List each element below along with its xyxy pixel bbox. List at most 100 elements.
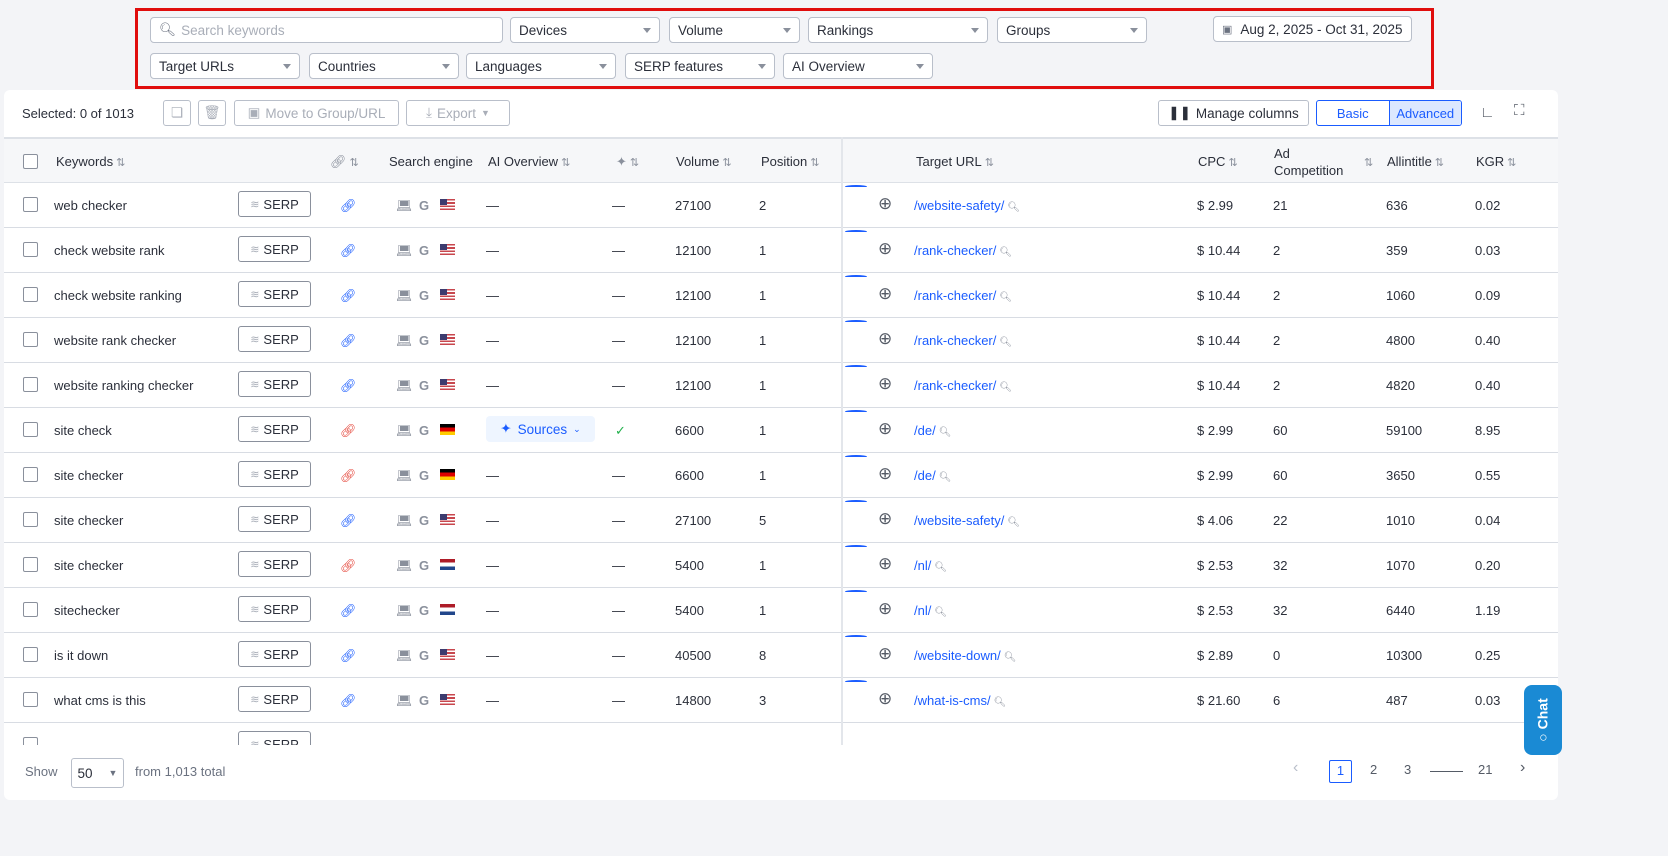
date-range-picker[interactable]: ▣ Aug 2, 2025 - Oct 31, 2025 (1213, 16, 1412, 42)
serp-button[interactable]: ≋ SERP (238, 281, 311, 307)
search-icon[interactable]: 🔍︎ (1004, 652, 1017, 663)
col-link[interactable]: 🔗︎ ⇅ (330, 154, 359, 170)
search-icon[interactable]: 🔍︎ (939, 427, 952, 438)
link-icon[interactable]: 🔗︎ (340, 513, 357, 529)
link-icon[interactable]: 🔗︎ (340, 693, 357, 709)
link-icon[interactable]: 🔗︎ (340, 288, 357, 304)
ai-sources-button[interactable]: ✦ Sources ⌄ (486, 416, 595, 442)
per-page-select[interactable]: 50 ▼ (71, 758, 124, 788)
link-icon[interactable]: 🔗︎ (340, 423, 357, 439)
search-icon[interactable]: 🔍︎ (994, 697, 1007, 708)
search-icon[interactable]: 🔍︎ (999, 382, 1012, 393)
page-21[interactable]: 21 (1478, 762, 1492, 777)
search-icon[interactable]: 🔍︎ (1007, 517, 1020, 528)
target-url-link[interactable]: /rank-checker/ (914, 378, 996, 393)
target-url-link[interactable]: /nl/ (914, 558, 931, 573)
col-serp-features[interactable]: ✦ ⇅ (616, 154, 639, 170)
col-position[interactable]: Position ⇅ (761, 154, 819, 169)
search-input[interactable]: 🔍︎ Search keywords (150, 17, 503, 43)
link-icon[interactable]: 🔗︎ (340, 558, 357, 574)
col-target-url[interactable]: Target URL ⇅ (916, 154, 994, 169)
serp-button[interactable]: ≋ SERP (238, 596, 311, 622)
target-url-link[interactable]: /rank-checker/ (914, 288, 996, 303)
zoom-in-icon[interactable]: ⊕ (878, 464, 892, 484)
select-all-checkbox[interactable] (23, 154, 38, 169)
zoom-in-icon[interactable]: ⊕ (878, 689, 892, 709)
target-url-link[interactable]: /website-down/ (914, 648, 1001, 663)
search-icon[interactable]: 🔍︎ (999, 247, 1012, 258)
row-checkbox[interactable] (23, 377, 38, 392)
link-icon[interactable]: 🔗︎ (340, 378, 357, 394)
chat-button[interactable]: ○ Chat (1524, 685, 1562, 755)
row-checkbox[interactable] (23, 467, 38, 482)
zoom-in-icon[interactable]: ⊕ (878, 644, 892, 664)
search-icon[interactable]: 🔍︎ (1007, 202, 1020, 213)
col-cpc[interactable]: CPC ⇅ (1198, 154, 1238, 169)
zoom-in-icon[interactable]: ⊕ (878, 509, 892, 529)
col-allintitle[interactable]: Allintitle ⇅ (1387, 154, 1444, 169)
col-kgr[interactable]: KGR ⇅ (1476, 154, 1516, 169)
row-checkbox[interactable] (23, 602, 38, 617)
serp-button[interactable]: ≋ SERP (238, 506, 311, 532)
page-1[interactable]: 1 (1329, 760, 1352, 783)
serp-button[interactable]: ≋ SERP (238, 371, 311, 397)
filter-languages[interactable]: Languages (466, 53, 616, 79)
sort-ad-competition[interactable]: ⇅ (1361, 154, 1373, 169)
row-checkbox[interactable] (23, 692, 38, 707)
serp-button[interactable]: ≋ SERP (238, 191, 311, 217)
basic-view-button[interactable]: Basic (1317, 101, 1389, 125)
target-url-link[interactable]: /rank-checker/ (914, 333, 996, 348)
serp-button[interactable]: ≋ SERP (238, 551, 311, 577)
zoom-in-icon[interactable]: ⊕ (878, 284, 892, 304)
col-volume[interactable]: Volume ⇅ (676, 154, 732, 169)
link-icon[interactable]: 🔗︎ (340, 468, 357, 484)
search-icon[interactable]: 🔍︎ (999, 292, 1012, 303)
chart-icon[interactable]: ∟ (1480, 104, 1495, 121)
link-icon[interactable]: 🔗︎ (340, 603, 357, 619)
fullscreen-icon[interactable]: ⛶ (1514, 102, 1525, 119)
link-icon[interactable]: 🔗︎ (340, 243, 357, 259)
zoom-in-icon[interactable]: ⊕ (878, 554, 892, 574)
serp-button[interactable]: ≋ SERP (238, 686, 311, 712)
search-icon[interactable]: 🔍︎ (939, 472, 952, 483)
serp-button[interactable]: ≋ SERP (238, 731, 311, 745)
row-checkbox[interactable] (23, 287, 38, 302)
copy-button[interactable]: ❏ (163, 100, 191, 126)
zoom-in-icon[interactable]: ⊕ (878, 239, 892, 259)
target-url-link[interactable]: /de/ (914, 423, 936, 438)
row-checkbox[interactable] (23, 197, 38, 212)
page-3[interactable]: 3 (1404, 762, 1411, 777)
row-checkbox[interactable] (23, 242, 38, 257)
search-icon[interactable]: 🔍︎ (934, 607, 947, 618)
serp-button[interactable]: ≋ SERP (238, 641, 311, 667)
zoom-in-icon[interactable]: ⊕ (878, 374, 892, 394)
search-icon[interactable]: 🔍︎ (934, 562, 947, 573)
move-to-group-button[interactable]: ▣ Move to Group/URL (234, 100, 399, 126)
row-checkbox[interactable] (23, 557, 38, 572)
filter-devices[interactable]: Devices (510, 17, 660, 43)
target-url-link[interactable]: /website-safety/ (914, 513, 1004, 528)
target-url-link[interactable]: /what-is-cms/ (914, 693, 991, 708)
col-ad-competition[interactable]: Ad Competition (1274, 145, 1354, 179)
link-icon[interactable]: 🔗︎ (340, 333, 357, 349)
page-2[interactable]: 2 (1370, 762, 1377, 777)
row-checkbox[interactable] (23, 422, 38, 437)
filter-serp-features[interactable]: SERP features (625, 53, 775, 79)
target-url-link[interactable]: /website-safety/ (914, 198, 1004, 213)
filter-ai-overview[interactable]: AI Overview (783, 53, 933, 79)
next-page-button[interactable]: › (1520, 759, 1525, 777)
serp-button[interactable]: ≋ SERP (238, 236, 311, 262)
serp-button[interactable]: ≋ SERP (238, 326, 311, 352)
target-url-link[interactable]: /nl/ (914, 603, 931, 618)
filter-volume[interactable]: Volume (669, 17, 800, 43)
filter-countries[interactable]: Countries (309, 53, 459, 79)
row-checkbox[interactable] (23, 512, 38, 527)
row-checkbox[interactable] (23, 332, 38, 347)
filter-rankings[interactable]: Rankings (808, 17, 988, 43)
search-icon[interactable]: 🔍︎ (999, 337, 1012, 348)
manage-columns-button[interactable]: ❚❚ Manage columns (1158, 100, 1309, 126)
zoom-in-icon[interactable]: ⊕ (878, 194, 892, 214)
filter-target-urls[interactable]: Target URLs (150, 53, 300, 79)
target-url-link[interactable]: /rank-checker/ (914, 243, 996, 258)
target-url-link[interactable]: /de/ (914, 468, 936, 483)
